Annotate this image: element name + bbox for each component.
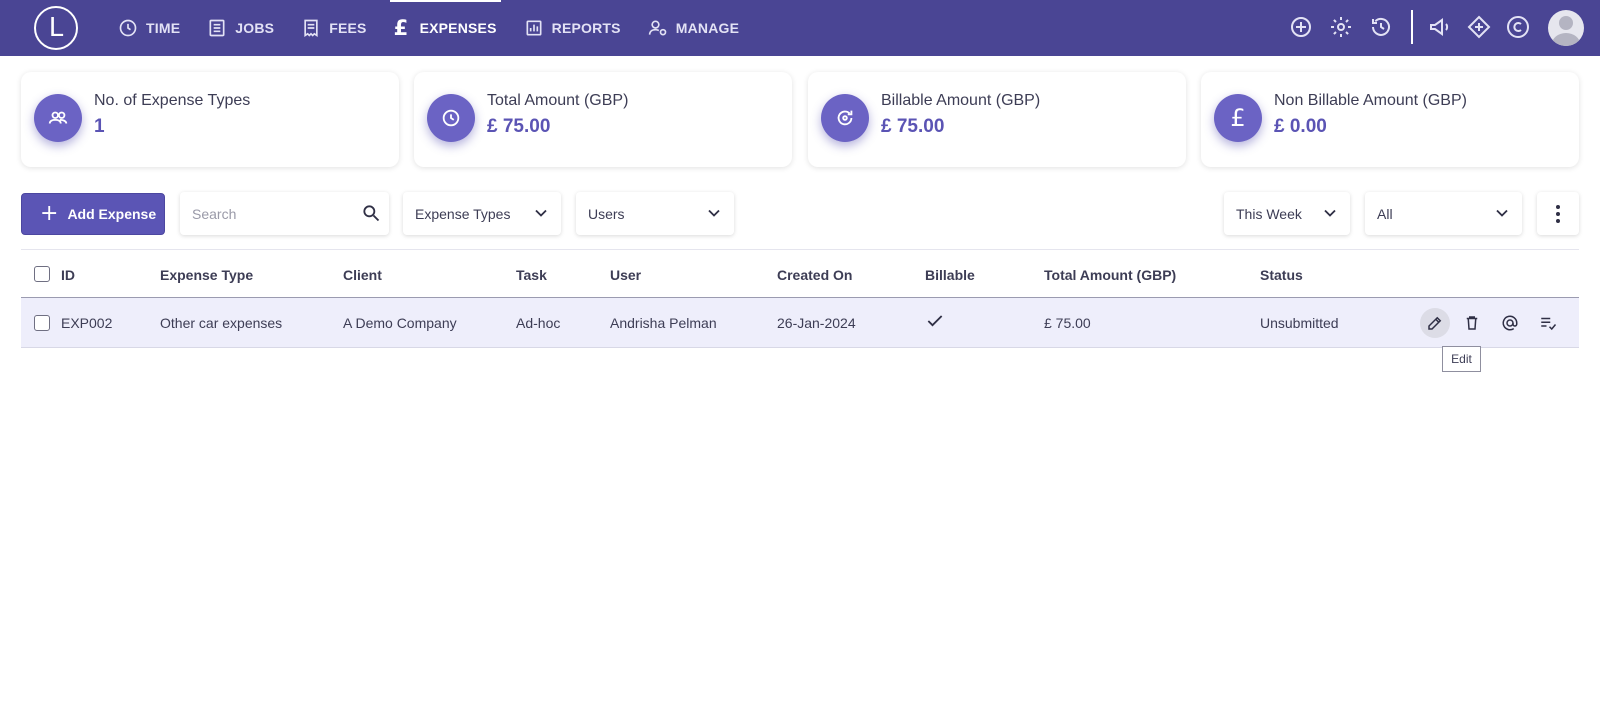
add-expense-button[interactable]: + Add Expense bbox=[21, 193, 165, 235]
nav-item-label: EXPENSES bbox=[419, 20, 497, 36]
card-value: £ 0.00 bbox=[1274, 116, 1327, 137]
nav-item-expenses[interactable]: £ EXPENSES bbox=[389, 0, 501, 56]
search-input[interactable]: Search bbox=[180, 192, 389, 235]
nav-item-reports[interactable]: REPORTS bbox=[524, 0, 621, 56]
period-dropdown[interactable]: This Week bbox=[1224, 192, 1350, 235]
edit-icon[interactable] bbox=[1420, 308, 1450, 338]
cell-total-amount: £ 75.00 bbox=[1044, 315, 1091, 331]
pound-icon: £ bbox=[1214, 94, 1262, 142]
row-checkbox[interactable] bbox=[34, 315, 50, 331]
kebab-dot bbox=[1556, 211, 1560, 216]
summary-card-total-amount: Total Amount (GBP) £ 75.00 bbox=[414, 72, 792, 167]
user-gear-icon bbox=[648, 20, 667, 36]
nav-item-manage[interactable]: MANAGE bbox=[648, 0, 739, 56]
nav-item-label: TIME bbox=[146, 20, 181, 36]
clock-icon bbox=[119, 19, 137, 37]
add-expense-label: Add Expense bbox=[67, 206, 157, 222]
expense-types-value: Expense Types bbox=[415, 205, 511, 222]
checklist-icon[interactable] bbox=[1534, 309, 1562, 337]
cell-id: EXP002 bbox=[61, 315, 113, 331]
nav-item-jobs[interactable]: JOBS bbox=[207, 0, 274, 56]
header-divider bbox=[1411, 10, 1413, 44]
pound-icon: £ bbox=[393, 16, 409, 40]
nav-item-time[interactable]: TIME bbox=[118, 0, 180, 56]
main-nav: TIME JOBS FEES £ EXPENSES REPORTS MANAGE bbox=[118, 0, 766, 56]
column-header-id[interactable]: ID bbox=[61, 267, 75, 283]
refresh-icon bbox=[821, 94, 869, 142]
list-icon bbox=[209, 19, 225, 37]
kebab-dot bbox=[1556, 204, 1560, 209]
history-icon[interactable] bbox=[1369, 15, 1393, 39]
cell-status: Unsubmitted bbox=[1260, 315, 1339, 331]
nav-item-label: REPORTS bbox=[551, 20, 621, 36]
summary-card-expense-types: No. of Expense Types 1 bbox=[21, 72, 399, 167]
top-navigation-bar: L TIME JOBS FEES £ EXPENSES REPORTS MANA… bbox=[0, 0, 1600, 56]
receipt-icon bbox=[304, 19, 318, 38]
select-all-checkbox[interactable] bbox=[34, 266, 50, 282]
cell-task: Ad-hoc bbox=[516, 315, 561, 331]
add-circle-icon[interactable] bbox=[1289, 15, 1313, 39]
card-value: 1 bbox=[94, 116, 105, 137]
nav-item-fees[interactable]: FEES bbox=[301, 0, 366, 56]
column-header-task[interactable]: Task bbox=[516, 267, 547, 283]
search-icon bbox=[361, 203, 381, 223]
table-header: ID Expense Type Client Task User Created… bbox=[21, 249, 1579, 298]
delete-icon[interactable] bbox=[1458, 309, 1486, 337]
chevron-down-icon bbox=[1492, 203, 1512, 223]
status-filter-value: All bbox=[1377, 205, 1393, 222]
column-header-client[interactable]: Client bbox=[343, 267, 382, 283]
column-header-billable[interactable]: Billable bbox=[925, 267, 975, 283]
kebab-dot bbox=[1556, 218, 1560, 223]
more-options-button[interactable] bbox=[1537, 192, 1579, 235]
bar-chart-icon bbox=[526, 20, 542, 36]
cell-client: A Demo Company bbox=[343, 315, 457, 331]
search-placeholder: Search bbox=[192, 205, 237, 222]
gear-icon[interactable] bbox=[1329, 15, 1353, 39]
chevron-down-icon bbox=[531, 203, 551, 223]
diamond-icon[interactable] bbox=[1467, 15, 1491, 39]
users-dropdown[interactable]: Users bbox=[576, 192, 734, 235]
card-value: £ 75.00 bbox=[487, 116, 551, 137]
megaphone-icon[interactable] bbox=[1428, 15, 1452, 39]
users-icon bbox=[34, 94, 82, 142]
table-row[interactable]: EXP002 Other car expenses A Demo Company… bbox=[21, 298, 1579, 348]
column-header-user[interactable]: User bbox=[610, 267, 641, 283]
column-header-created-on[interactable]: Created On bbox=[777, 267, 852, 283]
expense-types-dropdown[interactable]: Expense Types bbox=[403, 192, 561, 235]
nav-item-label: FEES bbox=[329, 20, 367, 36]
expenses-table: ID Expense Type Client Task User Created… bbox=[21, 249, 1579, 348]
edit-tooltip: Edit bbox=[1442, 346, 1481, 372]
summary-card-billable-amount: Billable Amount (GBP) £ 75.00 bbox=[808, 72, 1186, 167]
column-header-total-amount[interactable]: Total Amount (GBP) bbox=[1044, 267, 1176, 283]
cell-created-on: 26-Jan-2024 bbox=[777, 315, 856, 331]
chevron-down-icon bbox=[704, 203, 724, 223]
users-value: Users bbox=[588, 205, 625, 222]
card-label: Non Billable Amount (GBP) bbox=[1274, 92, 1467, 109]
nav-item-label: MANAGE bbox=[675, 20, 740, 36]
column-header-expense-type[interactable]: Expense Type bbox=[160, 267, 253, 283]
card-label: No. of Expense Types bbox=[94, 92, 251, 109]
mention-icon[interactable] bbox=[1496, 309, 1524, 337]
checkmark-icon bbox=[925, 311, 945, 334]
card-label: Billable Amount (GBP) bbox=[881, 92, 1041, 109]
clock-icon bbox=[427, 94, 475, 142]
summary-card-non-billable-amount: £ Non Billable Amount (GBP) £ 0.00 bbox=[1201, 72, 1579, 167]
column-header-status[interactable]: Status bbox=[1260, 267, 1303, 283]
card-value: £ 75.00 bbox=[881, 116, 945, 137]
nav-item-label: JOBS bbox=[235, 20, 275, 36]
status-filter-dropdown[interactable]: All bbox=[1365, 192, 1522, 235]
cell-expense-type: Other car expenses bbox=[160, 315, 283, 331]
plus-icon: + bbox=[40, 201, 59, 226]
avatar[interactable] bbox=[1548, 10, 1584, 46]
c-logo-icon[interactable] bbox=[1506, 15, 1530, 39]
cell-user: Andrisha Pelman bbox=[610, 315, 717, 331]
chevron-down-icon bbox=[1320, 203, 1340, 223]
card-label: Total Amount (GBP) bbox=[487, 92, 629, 109]
app-logo[interactable]: L bbox=[34, 6, 78, 50]
period-value: This Week bbox=[1236, 205, 1302, 222]
